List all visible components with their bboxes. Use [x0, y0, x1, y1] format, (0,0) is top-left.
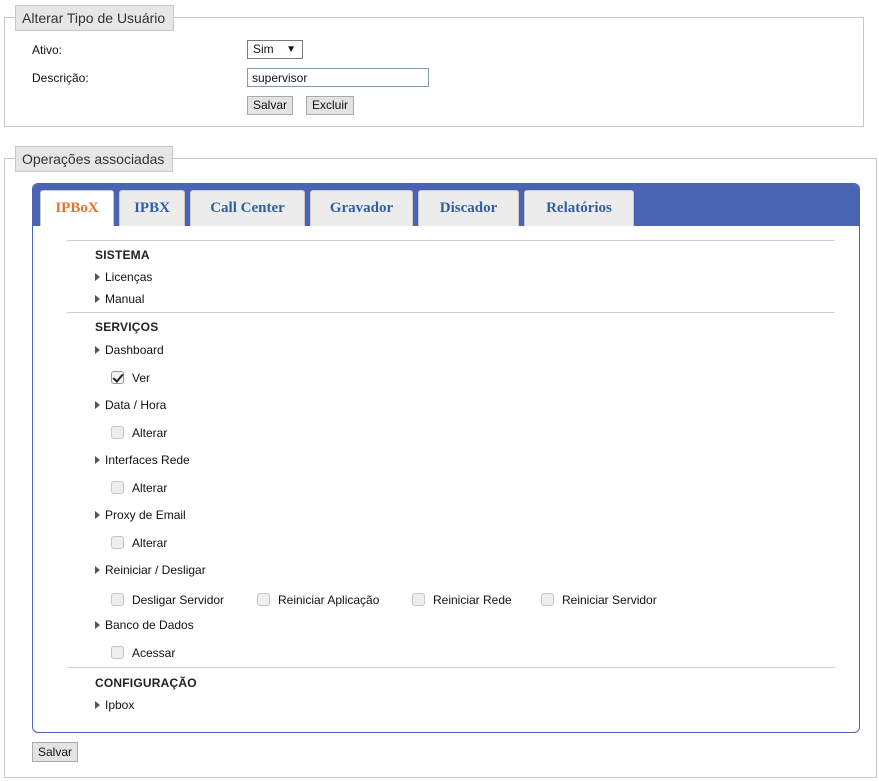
expand-arrow-icon: [95, 566, 100, 574]
tree-item-ipbox[interactable]: Ipbox: [95, 698, 134, 712]
dropdown-arrow-icon: ▼: [286, 44, 296, 55]
expand-arrow-icon: [95, 701, 100, 709]
save-button[interactable]: Salvar: [247, 96, 294, 115]
checkbox-icon[interactable]: [111, 593, 124, 606]
expand-arrow-icon: [95, 456, 100, 464]
description-label: Descrição:: [32, 71, 89, 85]
checkbox-icon[interactable]: [257, 593, 270, 606]
tree-item-manual[interactable]: Manual: [95, 292, 144, 306]
section-title-configuracao: CONFIGURAÇÃO: [95, 676, 197, 690]
expand-arrow-icon: [95, 295, 100, 303]
tree-item-interfaces-rede[interactable]: Interfaces Rede: [95, 453, 190, 467]
checkbox-icon[interactable]: [111, 536, 124, 549]
checkbox-reiniciar-aplicacao[interactable]: Reiniciar Aplicação: [257, 593, 379, 607]
tab-gravador[interactable]: Gravador: [310, 190, 413, 226]
tab-call-center[interactable]: Call Center: [190, 190, 305, 226]
checkbox-reiniciar-rede[interactable]: Reiniciar Rede: [412, 593, 512, 607]
tree-item-reiniciar-desligar[interactable]: Reiniciar / Desligar: [95, 563, 206, 577]
checkbox-icon[interactable]: [541, 593, 554, 606]
checkbox-proxy-alterar[interactable]: Alterar: [111, 536, 167, 550]
tree-item-data-hora[interactable]: Data / Hora: [95, 398, 166, 412]
section-title-sistema: SISTEMA: [95, 248, 150, 262]
tree-item-licencas[interactable]: Licenças: [95, 270, 152, 284]
tree-item-banco-dados[interactable]: Banco de Dados: [95, 618, 194, 632]
tab-ipbox[interactable]: IPBoX: [40, 190, 114, 226]
checkbox-data-hora-alterar[interactable]: Alterar: [111, 426, 167, 440]
operations-legend: Operações associadas: [15, 146, 174, 172]
divider: [67, 240, 835, 241]
tree-item-proxy-email[interactable]: Proxy de Email: [95, 508, 186, 522]
expand-arrow-icon: [95, 346, 100, 354]
checkbox-dashboard-ver[interactable]: Ver: [111, 371, 150, 385]
description-input[interactable]: [247, 68, 429, 87]
checkbox-icon[interactable]: [111, 481, 124, 494]
checkbox-icon[interactable]: [111, 646, 124, 659]
active-label: Ativo:: [32, 43, 63, 57]
expand-arrow-icon: [95, 401, 100, 409]
active-select[interactable]: Sim ▼: [247, 40, 303, 59]
expand-arrow-icon: [95, 273, 100, 281]
tab-ipbx[interactable]: IPBX: [119, 190, 185, 226]
divider: [67, 312, 835, 313]
save-operations-button[interactable]: Salvar: [32, 742, 79, 762]
checkbox-interfaces-alterar[interactable]: Alterar: [111, 481, 167, 495]
tree-item-dashboard[interactable]: Dashboard: [95, 343, 164, 357]
tab-discador[interactable]: Discador: [418, 190, 519, 226]
user-type-legend: Alterar Tipo de Usuário: [15, 5, 175, 31]
section-title-servicos: SERVIÇOS: [95, 320, 159, 334]
checkbox-reiniciar-servidor[interactable]: Reiniciar Servidor: [541, 593, 657, 607]
delete-button[interactable]: Excluir: [306, 96, 355, 115]
checkbox-banco-acessar[interactable]: Acessar: [111, 646, 175, 660]
user-type-fieldset: Alterar Tipo de Usuário: [4, 5, 864, 127]
expand-arrow-icon: [95, 621, 100, 629]
checkbox-desligar-servidor[interactable]: Desligar Servidor: [111, 593, 224, 607]
checkbox-icon[interactable]: [111, 426, 124, 439]
tab-relatorios[interactable]: Relatórios: [524, 190, 634, 226]
expand-arrow-icon: [95, 511, 100, 519]
divider: [67, 667, 835, 668]
tab-bar: IPBoX IPBX Call Center Gravador Discador…: [33, 184, 859, 226]
checkbox-checked-icon[interactable]: [111, 371, 124, 384]
active-select-value: Sim: [253, 42, 274, 56]
checkbox-icon[interactable]: [412, 593, 425, 606]
